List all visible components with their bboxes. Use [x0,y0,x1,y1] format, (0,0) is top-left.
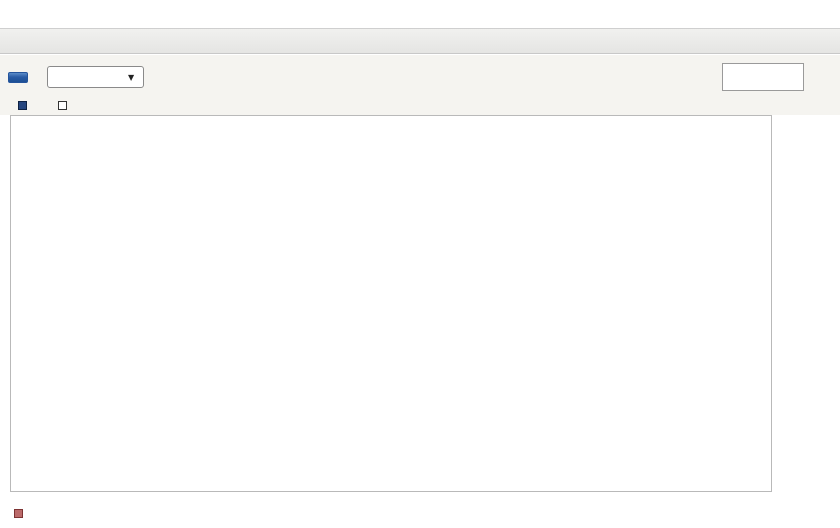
y-axis [774,115,804,490]
instrument-info [10,35,100,48]
volume-legend [14,509,28,518]
chart-legend [18,99,72,111]
chevron-down-icon: ▼ [128,73,134,82]
legend-item-vortag [58,101,72,110]
series-swatch-icon [18,101,27,110]
chart-toolbar: ▼ [8,64,838,90]
x-axis [10,492,770,506]
smi-chart-page: ▼ [0,0,840,528]
volume-swatch-icon [14,509,23,518]
mini-chart-labels [808,62,838,92]
vortag-swatch-icon [58,101,67,110]
mini-range-chart [722,63,804,91]
header-row [0,0,840,28]
intraday-chart-plot[interactable] [10,115,772,492]
mini-range-preview [722,62,838,92]
info-bar [0,28,840,54]
indication-select[interactable]: ▼ [47,66,144,88]
legend-item-series [18,101,32,110]
push-button[interactable] [8,72,28,83]
